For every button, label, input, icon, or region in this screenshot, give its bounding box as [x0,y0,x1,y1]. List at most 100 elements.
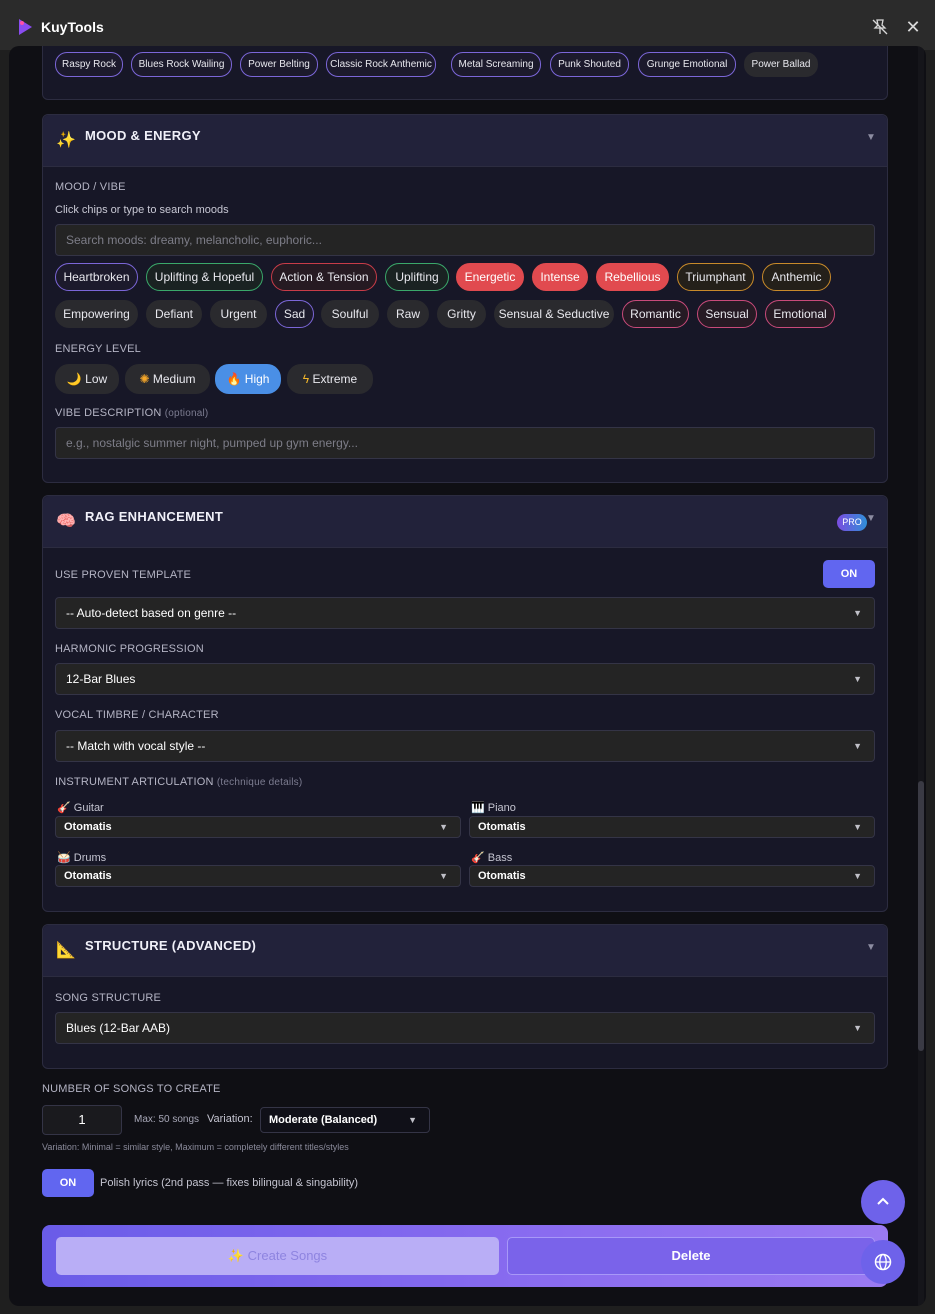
mood-chip-selected[interactable]: Intense [532,263,588,291]
harmonic-label: HARMONIC PROGRESSION [55,643,204,655]
main-window: Raspy Rock Blues Rock Wailing Power Belt… [9,46,926,1306]
articulation-hint: (technique details) [216,777,303,788]
energy-medium-button[interactable]: ✺ Medium [125,364,210,394]
articulation-label-text: INSTRUMENT ARTICULATION [55,776,214,788]
instrument-name: Guitar [73,802,104,814]
timbre-select[interactable]: -- Match with vocal style -- ▼ [55,730,875,762]
mood-chip[interactable]: Romantic [622,300,689,328]
mood-chip[interactable]: Triumphant [677,263,754,291]
vibe-description-input[interactable] [55,427,875,459]
mood-energy-card: ✨ MOOD & ENERGY ▼ MOOD / VIBE Click chip… [42,114,888,483]
song-structure-select[interactable]: Blues (12-Bar AAB) ▼ [55,1012,875,1044]
rag-enhancement-card: 🧠 RAG ENHANCEMENT PRO ▼ USE PROVEN TEMPL… [42,495,888,912]
mood-chip[interactable]: Sensual & Seductive [494,300,614,328]
songs-count-input[interactable]: 1 [42,1105,122,1135]
mood-chip[interactable]: Defiant [146,300,202,328]
chevron-down-icon[interactable]: ▼ [866,133,876,143]
delete-button[interactable]: Delete [507,1237,875,1275]
chevron-up-icon [877,1197,889,1205]
bass-select[interactable]: Otomatis ▼ [469,865,875,887]
mood-chip[interactable]: Sad [275,300,314,328]
guitar-icon: 🎸 [57,802,71,814]
timbre-label: VOCAL TIMBRE / CHARACTER [55,709,219,721]
vocal-chip[interactable]: Metal Screaming [451,52,541,77]
mood-chip-selected[interactable]: Rebellious [596,263,669,291]
section-title: MOOD & ENERGY [85,128,201,143]
brain-icon: 🧠 [56,513,76,530]
song-structure-label: SONG STRUCTURE [55,992,162,1004]
mood-chip[interactable]: Uplifting [385,263,449,291]
mood-chip-selected[interactable]: Energetic [456,263,524,291]
triangular-ruler-icon: 📐 [56,942,76,959]
template-select[interactable]: -- Auto-detect based on genre -- ▼ [55,597,875,629]
mood-chip[interactable]: Gritty [437,300,486,328]
mood-search-input[interactable] [55,224,875,256]
action-bar: ✨ Create Songs Delete [42,1225,888,1287]
close-icon[interactable]: ✕ [905,18,921,36]
vibe-label: VIBE DESCRIPTION (optional) [55,407,208,419]
energy-low-button[interactable]: 🌙 Low [55,364,119,394]
vocal-chip[interactable]: Power Belting [240,52,318,77]
mood-chip[interactable]: Heartbroken [55,263,138,291]
select-value: Otomatis [64,821,112,833]
select-value: 12-Bar Blues [66,672,136,686]
mood-chip[interactable]: Sensual [697,300,757,328]
vocal-chip[interactable]: Punk Shouted [550,52,629,77]
vocal-chip[interactable]: Grunge Emotional [638,52,736,77]
energy-high-button[interactable]: 🔥 High [215,364,281,394]
instrument-name: Drums [73,852,107,864]
vocal-chip[interactable]: Classic Rock Anthemic [326,52,436,77]
sparkles-icon: ✨ [56,132,76,149]
mood-chip[interactable]: Emotional [765,300,835,328]
mood-energy-header[interactable]: ✨ MOOD & ENERGY ▼ [43,115,887,167]
scrollbar-track[interactable] [918,46,924,1306]
energy-extreme-button[interactable]: ϟ Extreme [287,364,373,394]
mood-chip[interactable]: Empowering [55,300,138,328]
polish-toggle[interactable]: ON [42,1169,94,1197]
structure-card: 📐 STRUCTURE (ADVANCED) ▼ SONG STRUCTURE … [42,924,888,1069]
guitar-label: 🎸 Guitar [57,801,104,814]
chevron-down-icon[interactable]: ▼ [866,943,876,953]
template-toggle[interactable]: ON [823,560,875,588]
drums-select[interactable]: Otomatis ▼ [55,865,461,887]
mood-hint: Click chips or type to search moods [55,204,229,216]
language-button[interactable] [861,1240,905,1284]
vocal-chip[interactable]: Blues Rock Wailing [131,52,232,77]
section-title: STRUCTURE (ADVANCED) [85,938,257,953]
vocal-style-card: Raspy Rock Blues Rock Wailing Power Belt… [42,46,888,100]
scroll-area[interactable]: Raspy Rock Blues Rock Wailing Power Belt… [9,46,926,1306]
chevron-down-icon: ▼ [853,608,862,618]
select-value: -- Auto-detect based on genre -- [66,606,237,620]
structure-header[interactable]: 📐 STRUCTURE (ADVANCED) ▼ [43,925,887,977]
harmonic-select[interactable]: 12-Bar Blues ▼ [55,663,875,695]
mood-chip[interactable]: Anthemic [762,263,831,291]
songs-count-label: NUMBER OF SONGS TO CREATE [42,1083,221,1095]
mood-chip[interactable]: Raw [387,300,429,328]
bass-label: 🎸 Bass [471,851,512,864]
mood-label: MOOD / VIBE [55,181,126,193]
energy-label: ENERGY LEVEL [55,343,141,355]
piano-select[interactable]: Otomatis ▼ [469,816,875,838]
select-value: Blues (12-Bar AAB) [66,1021,171,1035]
mood-chip[interactable]: Soulful [321,300,379,328]
mood-chip[interactable]: Uplifting & Hopeful [146,263,263,291]
guitar-select[interactable]: Otomatis ▼ [55,816,461,838]
title-bar: KuyTools ✕ [0,0,935,50]
vocal-chip[interactable]: Power Ballad [744,52,818,77]
chevron-down-icon[interactable]: ▼ [866,514,876,524]
mood-chip[interactable]: Action & Tension [271,263,377,291]
mood-chip[interactable]: Urgent [210,300,267,328]
unpin-icon[interactable] [871,18,889,36]
variation-label: Variation: [207,1113,253,1125]
sparkle-icon: ✨ [227,1248,245,1263]
create-songs-button[interactable]: ✨ Create Songs [56,1237,499,1275]
chevron-down-icon: ▼ [439,822,448,832]
variation-select[interactable]: Moderate (Balanced) ▼ [260,1107,430,1133]
rag-header[interactable]: 🧠 RAG ENHANCEMENT PRO ▼ [43,496,887,548]
articulation-label: INSTRUMENT ARTICULATION (technique detai… [55,776,302,788]
scroll-top-button[interactable] [861,1180,905,1224]
scrollbar-thumb[interactable] [918,781,924,1051]
vocal-chip[interactable]: Raspy Rock [55,52,123,77]
vibe-label-text: VIBE DESCRIPTION [55,407,162,419]
create-label: Create Songs [247,1248,328,1263]
